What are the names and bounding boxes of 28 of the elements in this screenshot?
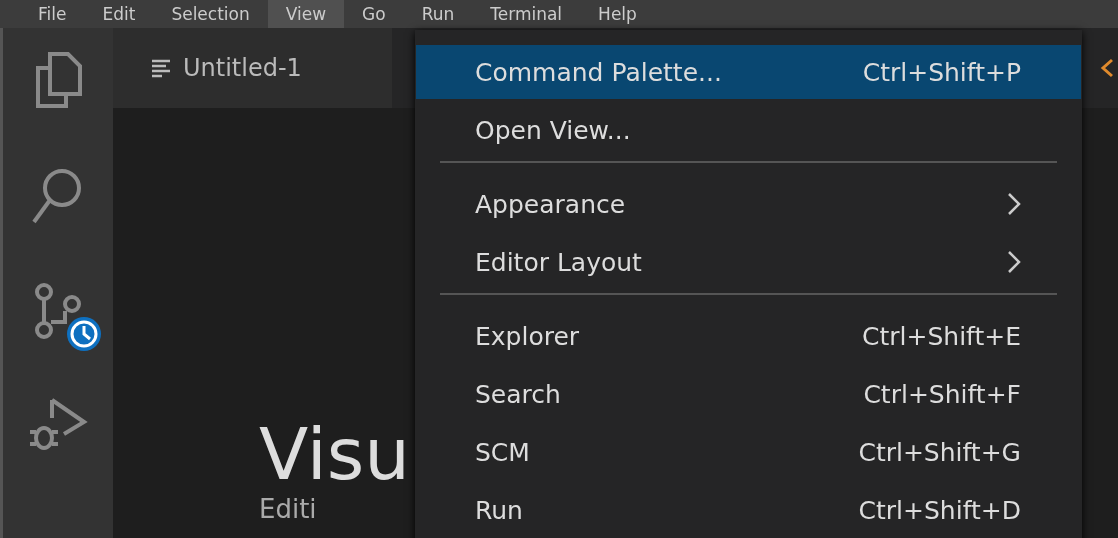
chevron-left-icon[interactable] [1100, 58, 1114, 78]
menu-bar-item[interactable]: Help [580, 0, 655, 28]
menu-item[interactable]: Editor Layout [416, 235, 1081, 289]
lines-icon [151, 58, 171, 78]
menu-item[interactable]: Explorer Ctrl+Shift+E [416, 309, 1081, 363]
shortcut-label: Ctrl+Shift+E [862, 321, 1021, 351]
menu-item[interactable]: Open View... [416, 103, 1081, 157]
menu-bar-item[interactable]: View [267, 0, 345, 28]
shortcut-label: Ctrl+Shift+D [858, 495, 1021, 525]
menu-item[interactable]: SCM Ctrl+Shift+G [416, 425, 1081, 479]
menu-item[interactable]: Run Ctrl+Shift+D [416, 483, 1081, 537]
branch-icon[interactable] [34, 282, 82, 340]
menu-item[interactable]: Appearance [416, 177, 1081, 231]
menu-bar-item[interactable]: Run [403, 0, 473, 28]
menu-bar-item[interactable]: Terminal [472, 0, 581, 28]
menu-bar-item[interactable]: Selection [153, 0, 268, 28]
welcome-title: Visu [259, 418, 410, 490]
shortcut-label: Ctrl+Shift+P [862, 57, 1021, 87]
run-debug-icon[interactable] [28, 396, 88, 452]
menu-bar-item[interactable]: File [20, 0, 85, 28]
menu-item[interactable]: Command Palette... Ctrl+Shift+P [416, 45, 1081, 99]
menu-bar-item[interactable]: Go [344, 0, 404, 28]
shortcut-label: Ctrl+Shift+G [858, 437, 1021, 467]
welcome-subtitle: Editi [259, 494, 317, 524]
shortcut-label: Ctrl+Shift+F [863, 379, 1021, 409]
menu-bar-item[interactable]: Edit [84, 0, 154, 28]
menu-item[interactable]: Search Ctrl+Shift+F [416, 367, 1081, 421]
editor-tab[interactable]: Untitled-1 [113, 28, 392, 108]
